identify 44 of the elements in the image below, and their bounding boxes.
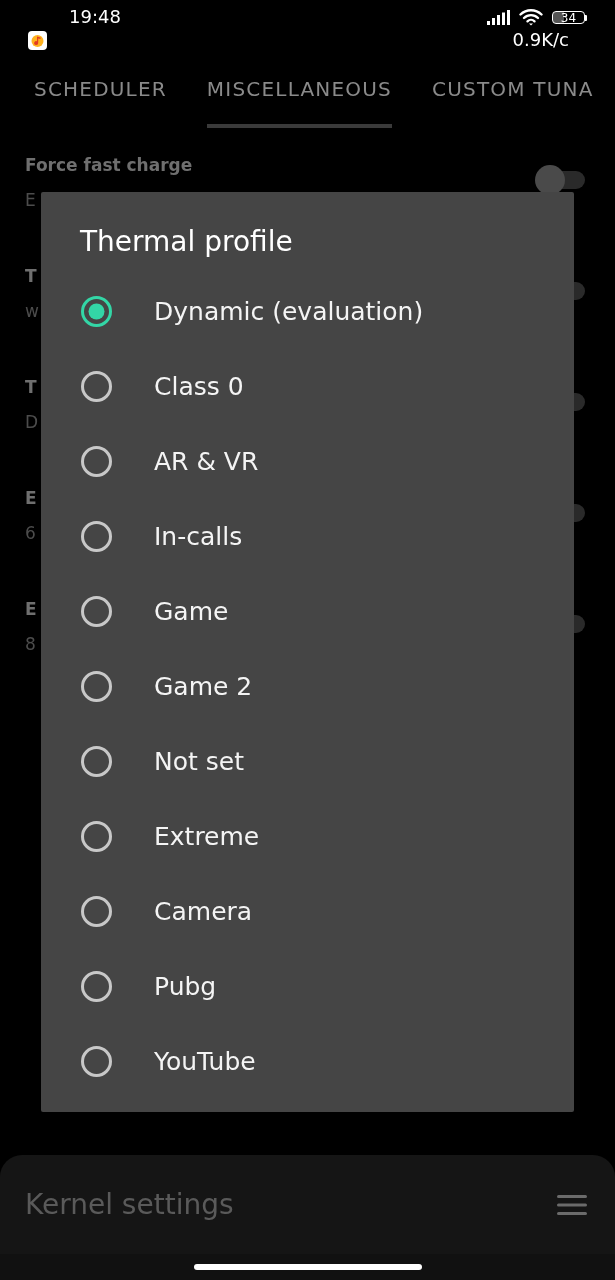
profile-option[interactable]: Extreme: [41, 799, 574, 874]
profile-option[interactable]: Camera: [41, 874, 574, 949]
network-speed: 0.9K/c: [512, 29, 569, 51]
radio-button[interactable]: [81, 746, 112, 777]
battery-indicator: 34: [552, 11, 587, 24]
profile-option[interactable]: Class 0: [41, 349, 574, 424]
setting-title: E: [25, 598, 37, 621]
setting-value: 6: [25, 522, 36, 545]
radio-button[interactable]: [81, 446, 112, 477]
signal-icon: [487, 10, 510, 25]
radio-button[interactable]: [81, 671, 112, 702]
profile-option[interactable]: Game 2: [41, 649, 574, 724]
dialog-title: Thermal profile: [79, 224, 294, 260]
radio-button[interactable]: [81, 971, 112, 1002]
radio-button[interactable]: [81, 371, 112, 402]
menu-icon[interactable]: [557, 1194, 587, 1215]
radio-button[interactable]: [81, 896, 112, 927]
profile-option[interactable]: Not set: [41, 724, 574, 799]
tab[interactable]: MISCELLANEOUS: [206, 60, 392, 128]
radio-button[interactable]: [81, 521, 112, 552]
setting-title: E: [25, 487, 37, 510]
clock-time: 19:48: [69, 6, 121, 28]
tab[interactable]: CUSTOM TUNA: [432, 60, 594, 128]
setting-title: Force fast charge: [25, 154, 193, 177]
setting-value: 8: [25, 633, 36, 656]
radio-button[interactable]: [81, 821, 112, 852]
wifi-icon: [519, 8, 543, 27]
setting-title: T: [25, 376, 37, 399]
tab[interactable]: SCHEDULER: [34, 60, 167, 128]
profile-option[interactable]: AR & VR: [41, 424, 574, 499]
setting-value: E: [25, 189, 36, 212]
profile-option[interactable]: Game: [41, 574, 574, 649]
app-bar-title: Kernel settings: [25, 1186, 234, 1223]
profile-option[interactable]: Pubg: [41, 949, 574, 1024]
setting-value: w: [25, 300, 39, 323]
setting-title: T: [25, 265, 37, 288]
music-note-icon: [28, 31, 47, 50]
radio-button[interactable]: [81, 596, 112, 627]
setting-value: D: [25, 411, 39, 434]
radio-button[interactable]: [81, 1046, 112, 1077]
profile-option[interactable]: YouTube: [41, 1024, 574, 1099]
profile-option[interactable]: Dynamic (evaluation): [41, 274, 574, 349]
radio-button[interactable]: [81, 296, 112, 327]
profile-option[interactable]: In-calls: [41, 499, 574, 574]
